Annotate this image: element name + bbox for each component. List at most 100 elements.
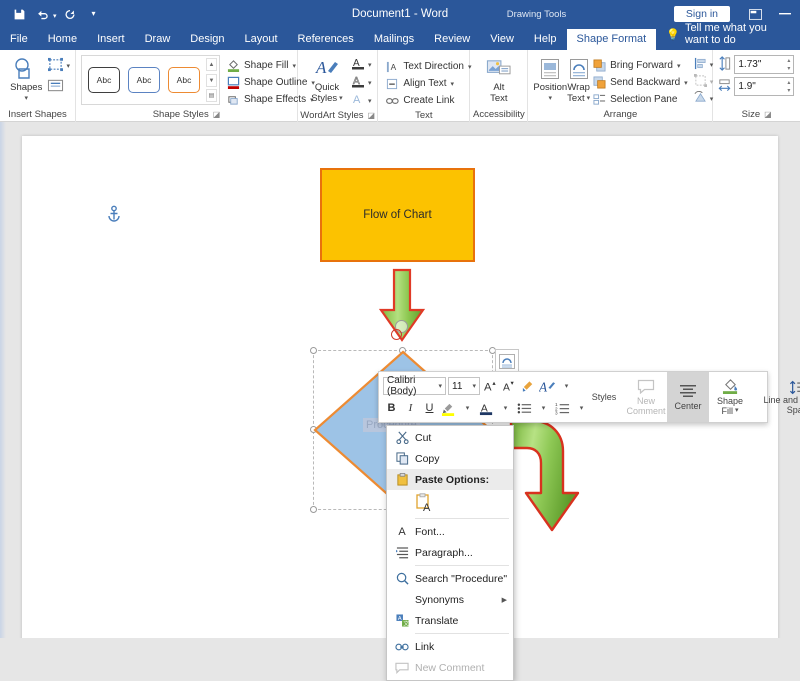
quick-styles-dropdown-icon[interactable]: ▾ <box>339 93 343 104</box>
position-dropdown-icon[interactable]: ▾ <box>549 93 553 104</box>
shape-width-control[interactable]: 1.9" ▴ ▾ <box>718 77 795 96</box>
bring-forward-dropdown-icon[interactable]: ▾ <box>677 62 681 70</box>
shape-styles-dialog-launcher-icon[interactable]: ◪ <box>213 108 221 122</box>
text-direction-button[interactable]: A Text Direction ▾ <box>383 58 473 75</box>
tab-layout[interactable]: Layout <box>235 29 288 50</box>
shape-style-thumb-1[interactable]: Abc <box>88 67 120 93</box>
tab-references[interactable]: References <box>288 29 364 50</box>
tab-shape-format[interactable]: Shape Format <box>566 29 657 50</box>
italic-button[interactable]: I <box>402 399 419 418</box>
new-comment-button[interactable]: New Comment <box>625 372 667 422</box>
shape-fill-dropdown-icon[interactable]: ▾ <box>292 62 296 70</box>
text-outline-dropdown-icon[interactable]: ▾ <box>368 79 372 87</box>
bullets-button[interactable] <box>516 399 533 418</box>
context-menu-item-paste-options[interactable]: Paste Options: <box>387 469 513 490</box>
group-objects-button[interactable]: ▾ <box>693 74 713 90</box>
alt-text-button[interactable]: Alt Text <box>475 53 522 104</box>
text-outline-button[interactable]: A ▾ <box>351 74 372 91</box>
context-menu-item-translate[interactable]: A文 Translate <box>387 610 513 631</box>
selection-pane-button[interactable]: Selection Pane <box>590 91 690 108</box>
tab-view[interactable]: View <box>480 29 524 50</box>
text-fill-button[interactable]: A ▾ <box>351 56 372 73</box>
wrap-text-button[interactable]: Wrap Text ▾ <box>567 53 590 104</box>
align-objects-button[interactable]: ▾ <box>694 57 713 73</box>
redo-icon[interactable] <box>59 4 81 24</box>
shape-height-spinner-icon[interactable]: ▴ ▾ <box>787 57 790 73</box>
context-menu-item-synonyms[interactable]: Synonyms ▶ <box>387 589 513 610</box>
shrink-font-button[interactable]: A ▾ <box>501 377 518 396</box>
numbering-button[interactable]: 123 <box>554 399 571 418</box>
tab-mailings[interactable]: Mailings <box>364 29 424 50</box>
gallery-scroll-up-icon[interactable]: ▲ <box>206 58 217 71</box>
context-menu-item-search[interactable]: Search "Procedure" <box>387 568 513 589</box>
text-effects-dropdown-icon[interactable]: ▾ <box>368 97 372 105</box>
layout-options-icon[interactable] <box>495 349 519 373</box>
tab-review[interactable]: Review <box>424 29 480 50</box>
tab-draw[interactable]: Draw <box>135 29 181 50</box>
shape-fill-mini-dropdown-icon[interactable]: ▾ <box>735 406 739 416</box>
wordart-styles-dialog-launcher-icon[interactable]: ◪ <box>367 109 375 123</box>
edit-shape-dropdown-icon[interactable]: ▾ <box>66 62 70 70</box>
position-button[interactable]: Position ▾ <box>533 53 567 104</box>
send-backward-dropdown-icon[interactable]: ▾ <box>684 79 688 87</box>
gallery-more-icon[interactable]: ▤ <box>206 89 217 102</box>
center-align-button[interactable]: Center <box>667 372 709 422</box>
gallery-scroll-controls[interactable]: ▲ ▼ ▤ <box>206 58 217 102</box>
undo-icon[interactable] <box>32 4 54 24</box>
font-name-dropdown-icon[interactable]: ▾ <box>439 382 443 390</box>
font-color-button[interactable]: A <box>478 399 495 418</box>
text-highlight-color-button[interactable] <box>440 399 457 418</box>
highlight-dropdown-icon[interactable]: ▾ <box>459 399 476 418</box>
font-size-dropdown-icon[interactable]: ▾ <box>472 382 476 390</box>
format-painter-button[interactable] <box>520 377 537 396</box>
flow-of-chart-rectangle[interactable]: Flow of Chart <box>320 168 475 262</box>
save-icon[interactable] <box>8 4 30 24</box>
tab-design[interactable]: Design <box>180 29 234 50</box>
styles-button[interactable]: Styles <box>583 372 625 422</box>
context-menu-item-font[interactable]: A Font... <box>387 521 513 542</box>
size-dialog-launcher-icon[interactable]: ◪ <box>764 108 772 122</box>
tab-help[interactable]: Help <box>524 29 567 50</box>
send-backward-button[interactable]: Send Backward ▾ <box>590 74 690 91</box>
context-menu[interactable]: Cut Copy Paste Options: A A Font... Para… <box>386 425 514 681</box>
shape-height-control[interactable]: 1.73" ▴ ▾ <box>718 55 795 74</box>
context-menu-item-link[interactable]: Link <box>387 636 513 657</box>
bold-button[interactable]: B <box>383 399 400 418</box>
text-effects-button[interactable]: A ▾ <box>351 92 372 109</box>
gallery-scroll-down-icon[interactable]: ▼ <box>206 73 217 87</box>
bent-arrow-shape[interactable] <box>508 418 592 538</box>
font-size-combobox[interactable]: 11 ▾ <box>448 377 480 395</box>
text-effects-mini-dropdown-icon[interactable]: ▾ <box>558 377 575 396</box>
underline-button[interactable]: U <box>421 399 438 418</box>
mini-toolbar[interactable]: Calibri (Body) ▾ 11 ▾ A ▴ A ▾ A ▾ B I U … <box>378 371 800 423</box>
grow-font-button[interactable]: A ▴ <box>482 377 499 396</box>
shape-rotate-handle-icon[interactable] <box>391 329 402 340</box>
text-box-button[interactable] <box>47 78 70 96</box>
quick-styles-button[interactable]: A Quick Styles ▾ <box>303 53 351 104</box>
context-menu-item-copy[interactable]: Copy <box>387 448 513 469</box>
tab-insert[interactable]: Insert <box>87 29 135 50</box>
shape-height-input[interactable]: 1.73" ▴ ▾ <box>734 55 795 74</box>
tab-home[interactable]: Home <box>38 29 87 50</box>
context-menu-item-cut[interactable]: Cut <box>387 427 513 448</box>
font-color-dropdown-icon[interactable]: ▾ <box>497 399 514 418</box>
shapes-button[interactable]: Shapes ▾ <box>5 53 47 104</box>
line-paragraph-spacing-button[interactable]: ▾ Line and Paragraph Spacing <box>751 372 800 422</box>
tab-file[interactable]: File <box>0 29 38 50</box>
shape-style-thumb-2[interactable]: Abc <box>128 67 160 93</box>
bullets-dropdown-icon[interactable]: ▾ <box>535 399 552 418</box>
tell-me-search[interactable]: 💡 Tell me what you want to do <box>656 19 800 50</box>
context-menu-item-keep-text-only[interactable]: A <box>387 490 513 516</box>
rotate-objects-button[interactable]: ▾ <box>694 90 713 107</box>
context-menu-item-paragraph[interactable]: Paragraph... <box>387 542 513 563</box>
undo-dropdown-icon[interactable]: ▾ <box>53 12 57 20</box>
shape-width-spinner-icon[interactable]: ▴ ▾ <box>787 79 790 95</box>
font-name-combobox[interactable]: Calibri (Body) ▾ <box>383 375 447 397</box>
text-fill-dropdown-icon[interactable]: ▾ <box>368 61 372 69</box>
align-text-button[interactable]: Align Text ▾ <box>383 75 473 92</box>
bring-forward-button[interactable]: Bring Forward ▾ <box>590 57 690 74</box>
shape-styles-gallery[interactable]: Abc Abc Abc ▲ ▼ ▤ <box>81 55 220 105</box>
align-text-dropdown-icon[interactable]: ▾ <box>451 80 455 88</box>
shape-fill-mini-button[interactable]: Shape Fill ▾ <box>709 372 751 422</box>
text-effects-mini-button[interactable]: A <box>539 377 556 396</box>
